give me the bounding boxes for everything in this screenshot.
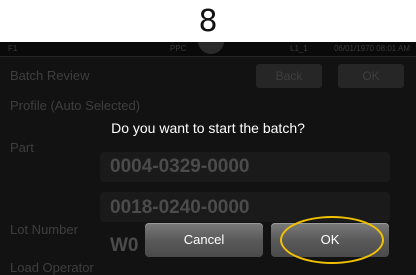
dialog-message: Do you want to start the batch?	[111, 120, 305, 136]
step-number: 8	[198, 4, 218, 39]
load-operator-label: Load Operator	[10, 260, 94, 275]
status-datetime: 06/01/1970 08:01 AM	[333, 44, 410, 53]
cancel-button[interactable]: Cancel	[145, 223, 263, 257]
part-label: Part	[10, 140, 34, 155]
status-right: L1_1	[290, 44, 308, 53]
part-value-2: 0018-0240-0000	[110, 197, 250, 218]
page-title: Batch Review	[10, 68, 90, 83]
status-left: F1	[8, 44, 18, 53]
profile-label: Profile (Auto Selected)	[10, 98, 141, 113]
screen-ok-button[interactable]: OK	[338, 64, 404, 88]
lot-number-value: W0	[110, 235, 139, 256]
part-value-1: 0004-0329-0000	[110, 156, 250, 177]
device-screen: F1 PPC L1_1 06/01/1970 08:01 AM Batch Re…	[0, 42, 416, 275]
lot-number-label: Lot Number	[10, 222, 78, 237]
home-tab-icon	[198, 42, 224, 54]
back-button[interactable]: Back	[256, 64, 322, 88]
ok-highlight-circle	[280, 216, 384, 264]
status-bar: F1 PPC L1_1 06/01/1970 08:01 AM	[0, 42, 416, 57]
status-center: PPC	[170, 44, 187, 53]
